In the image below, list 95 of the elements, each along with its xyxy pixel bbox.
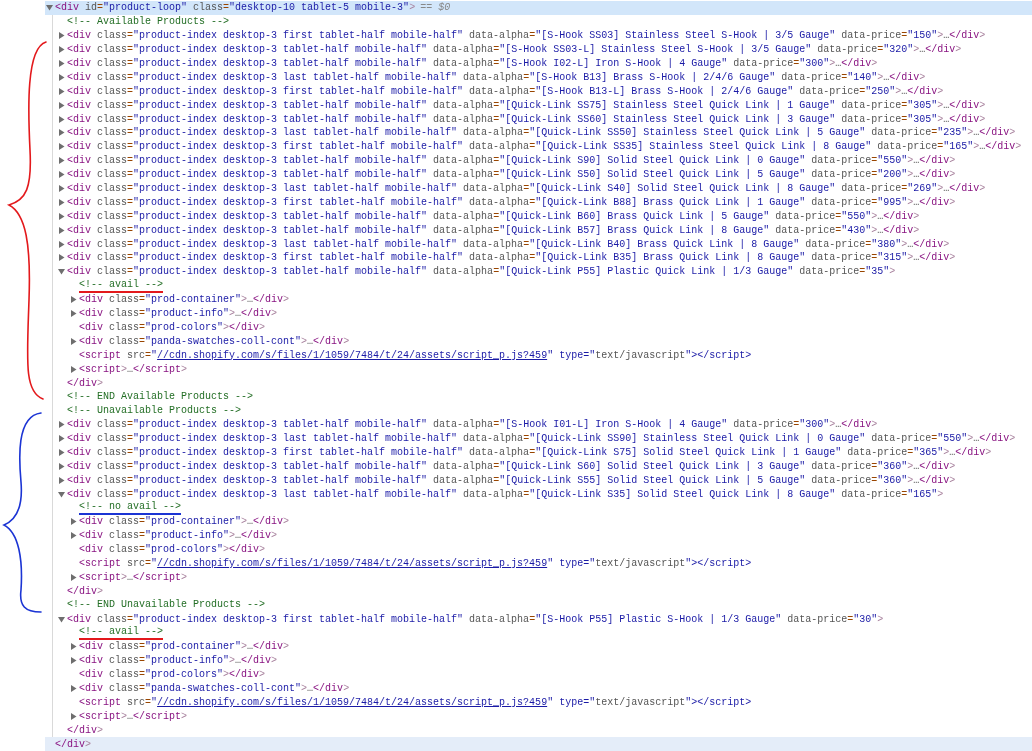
element-tag-line[interactable]: <div class="product-index desktop-3 tablet-half mobile-half" data-alpha="[Quick-Link S60] Solid Steel Quick Link | 3 Gauge" data-price="360">…</div> [67,458,956,474]
element-tag-line[interactable]: <div class="product-index desktop-3 tablet-half mobile-half" data-alpha="[Quick-Link S90] Solid Steel Quick Link | 0 Gauge" data-price="550">…</div> [67,153,956,169]
expand-triangle-icon[interactable] [58,129,65,137]
element-tag-line[interactable]: <div class="product-index desktop-3 last tablet-half mobile-half" data-alpha="[Quick-Link B40] Brass Quick Link | 8 Gauge" data-price="380">…</div> [67,236,950,252]
expand-triangle-icon[interactable] [58,421,65,429]
expand-triangle-icon[interactable] [58,462,65,470]
element-tag-line[interactable]: <div id="product-loop" class="desktop-10 tablet-5 mobile-3"> [55,0,416,16]
element-tag-line[interactable]: <script>…</script> [79,361,188,377]
link[interactable]: //cdn.shopify.com/s/files/1/1059/7484/t/24/assets/script_p.js?459 [157,558,548,570]
element-tag-line[interactable]: <div class="panda-swatches-coll-cont">…</div> [79,333,350,349]
element-tag-line[interactable]: <div class="product-index desktop-3 last tablet-half mobile-half" data-alpha="[Quick-Link S40] Solid Steel Quick Link | 8 Gauge" data-price="269">…</div> [67,181,986,197]
collapse-triangle-icon[interactable] [58,615,65,623]
element-tag-line[interactable]: <div class="product-index desktop-3 first tablet-half mobile-half" data-alpha="[Quick-Link B88] Brass Quick Link | 1 Gauge" data-price="995">…</div> [67,194,956,210]
element-tag-line[interactable]: <div class="product-index desktop-3 first tablet-half mobile-half" data-alpha="[Quick-Link S75] Solid Steel Quick Link | 1 Gauge" data-price="365">…</div> [67,444,992,460]
closing-tag: </div> [55,736,92,751]
expand-triangle-icon[interactable] [70,365,77,373]
element-tag-line[interactable]: <div class="product-index desktop-3 last tablet-half mobile-half" data-alpha="[Quick-Link SS90] Stainless Steel Quick Link | 0 Gauge" data-price="550">…</div> [67,431,1016,447]
html-comment: <!-- avail --> [79,626,163,641]
expand-triangle-icon[interactable] [58,143,65,151]
element-tag-line[interactable]: <div class="product-index desktop-3 tablet-half mobile-half" data-alpha="[Quick-Link B60] Brass Quick Link | 5 Gauge" data-price="550">…</div> [67,208,920,224]
element-tag-line[interactable]: <div class="product-info">…</div> [79,306,278,322]
expand-triangle-icon[interactable] [58,101,65,109]
expand-triangle-icon[interactable] [70,657,77,665]
expand-triangle-icon[interactable] [70,685,77,693]
element-tag-line[interactable]: <div class="product-index desktop-3 tablet-half mobile-half" data-alpha="[Quick-Link B57] Brass Quick Link | 8 Gauge" data-price="430">…</div> [67,222,920,238]
element-tag-line[interactable]: <div class="product-index desktop-3 tablet-half mobile-half" data-alpha="[Quick-Link P55] Plastic Quick Link | 1/3 Gauge" data-price="35"> [67,264,896,280]
element-tag-line[interactable]: <div class="product-index desktop-3 tablet-half mobile-half" data-alpha="[S-Hook I01-L] Iron S-Hook | 4 Gauge" data-price="300">…</div> [67,417,878,433]
link[interactable]: //cdn.shopify.com/s/files/1/1059/7484/t/24/assets/script_p.js?459 [157,349,548,361]
element-tag-line[interactable]: <div class="product-index desktop-3 first tablet-half mobile-half" data-alpha="[S-Hook SS03] Stainless Steel S-Hook | 3/5 Gauge" data-price="150">…</div> [67,28,986,44]
console-reference: == $0 [420,1,451,16]
expand-triangle-icon[interactable] [58,448,65,456]
element-tag-line[interactable]: <script src="//cdn.shopify.com/s/files/1/1059/7484/t/24/assets/script_p.js?459" type="text/javascript"></script> [79,695,752,710]
expand-triangle-icon[interactable] [70,573,77,581]
expand-triangle-icon[interactable] [70,296,77,304]
expand-triangle-icon[interactable] [58,32,65,40]
element-tag-line[interactable]: <div class="product-index desktop-3 tablet-half mobile-half" data-alpha="[Quick-Link SS60] Stainless Steel Quick Link | 3 Gauge" data-price="305">…</div> [67,111,986,127]
expand-triangle-icon[interactable] [58,115,65,123]
closing-tag: </div> [67,583,104,599]
expand-triangle-icon[interactable] [70,337,77,345]
expand-triangle-icon[interactable] [58,476,65,484]
element-tag-line[interactable]: <div class="product-index desktop-3 tablet-half mobile-half" data-alpha="[S-Hook SS03-L] Stainless Steel S-Hook | 3/5 Gauge" data-price="320">…</div> [67,42,962,58]
expand-triangle-icon[interactable] [58,46,65,54]
expand-triangle-icon[interactable] [58,240,65,248]
element-tag-line[interactable]: <div class="prod-container">…</div> [79,292,290,308]
html-comment: <!-- Unavailable Products --> [67,404,242,417]
element-tag-line[interactable]: <script>…</script> [79,569,188,585]
closing-tag: </div> [67,375,104,391]
expand-triangle-icon[interactable] [58,73,65,81]
element-tag-line[interactable]: <div class="panda-swatches-coll-cont">…</div> [79,681,350,697]
element-tag-line[interactable]: <div class="product-info">…</div> [79,528,278,544]
expand-triangle-icon[interactable] [58,87,65,95]
expand-triangle-icon[interactable] [70,643,77,651]
element-tag-line[interactable]: <div class="prod-colors"></div> [79,542,266,558]
html-comment: <!-- END Available Products --> [67,390,254,403]
html-comment: <!-- avail --> [79,278,163,293]
element-tag-line[interactable]: <div class="prod-container">…</div> [79,514,290,530]
expand-triangle-icon[interactable] [58,212,65,220]
element-tag-line[interactable]: <div class="product-index desktop-3 last tablet-half mobile-half" data-alpha="[S-Hook B13] Brass S-Hook | 2/4/6 Gauge" data-price="140">…</div> [67,69,926,85]
expand-triangle-icon[interactable] [70,532,77,540]
element-tag-line[interactable]: <div class="prod-colors"></div> [79,319,266,335]
expand-triangle-icon[interactable] [58,171,65,179]
element-tag-line[interactable]: <div class="product-index desktop-3 tablet-half mobile-half" data-alpha="[S-Hook I02-L] Iron S-Hook | 4 Gauge" data-price="300">…</div> [67,56,878,71]
expand-triangle-icon[interactable] [70,712,77,720]
collapse-triangle-icon[interactable] [58,268,65,276]
element-tag-line[interactable]: <div class="prod-container">…</div> [79,639,290,655]
collapse-triangle-icon[interactable] [46,4,53,12]
element-tag-line[interactable]: <div class="prod-colors"></div> [79,667,266,683]
html-comment: <!-- END Unavailable Products --> [67,599,266,612]
element-tag-line[interactable]: <div class="product-index desktop-3 first tablet-half mobile-half" data-alpha="[S-Hook P55] Plastic S-Hook | 1/3 Gauge" data-price="30"> [67,611,884,627]
expand-triangle-icon[interactable] [58,435,65,443]
element-tag-line[interactable]: <div class="product-index desktop-3 tablet-half mobile-half" data-alpha="[Quick-Link S50] Solid Steel Quick Link | 5 Gauge" data-price="200">…</div> [67,167,956,183]
element-tag-line[interactable]: <div class="product-index desktop-3 tablet-half mobile-half" data-alpha="[Quick-Link S55] Solid Steel Quick Link | 5 Gauge" data-price="360">…</div> [67,472,956,488]
element-tag-line[interactable]: <div class="product-index desktop-3 last tablet-half mobile-half" data-alpha="[Quick-Link SS50] Stainless Steel Quick Link | 5 Gauge" data-price="235">…</div> [67,125,1016,141]
expand-triangle-icon[interactable] [58,157,65,165]
element-tag-line[interactable]: <div class="product-index desktop-3 tablet-half mobile-half" data-alpha="[Quick-Link SS75] Stainless Steel Quick Link | 1 Gauge" data-price="305">…</div> [67,97,986,113]
collapse-triangle-icon[interactable] [58,490,65,498]
expand-triangle-icon[interactable] [58,226,65,234]
element-tag-line[interactable]: <div class="product-info">…</div> [79,653,278,669]
expand-triangle-icon[interactable] [70,518,77,526]
expand-triangle-icon[interactable] [58,198,65,206]
element-tag-line[interactable]: <div class="product-index desktop-3 last tablet-half mobile-half" data-alpha="[Quick-Link S35] Solid Steel Quick Link | 8 Gauge" data-price="165"> [67,486,944,502]
element-tag-line[interactable]: <script>…</script> [79,708,188,724]
expand-triangle-icon[interactable] [58,254,65,262]
element-tag-line[interactable]: <script src="//cdn.shopify.com/s/files/1/1059/7484/t/24/assets/script_p.js?459" type="text/javascript"></script> [79,347,752,363]
expand-triangle-icon[interactable] [70,310,77,318]
element-tag-line[interactable]: <div class="product-index desktop-3 first tablet-half mobile-half" data-alpha="[S-Hook B13-L] Brass S-Hook | 2/4/6 Gauge" data-price="250">…</div> [67,83,944,99]
expand-triangle-icon[interactable] [58,185,65,192]
element-tag-line[interactable]: <div class="product-index desktop-3 first tablet-half mobile-half" data-alpha="[Quick-Link SS35] Stainless Steel Quick Link | 8 Gauge" data-price="165">…</div> [67,139,1022,155]
expand-triangle-icon[interactable] [58,60,65,67]
link[interactable]: //cdn.shopify.com/s/files/1/1059/7484/t/24/assets/script_p.js?459 [157,697,548,708]
html-comment: <!-- no avail --> [79,501,182,515]
element-tag-line[interactable]: <div class="product-index desktop-3 first tablet-half mobile-half" data-alpha="[Quick-Link B35] Brass Quick Link | 8 Gauge" data-price="315">…</div> [67,250,956,266]
html-comment: <!-- Available Products --> [67,15,230,28]
closing-tag: </div> [67,722,104,738]
element-tag-line[interactable]: <script src="//cdn.shopify.com/s/files/1/1059/7484/t/24/assets/script_p.js?459" type="text/javascript"></script> [79,556,752,572]
